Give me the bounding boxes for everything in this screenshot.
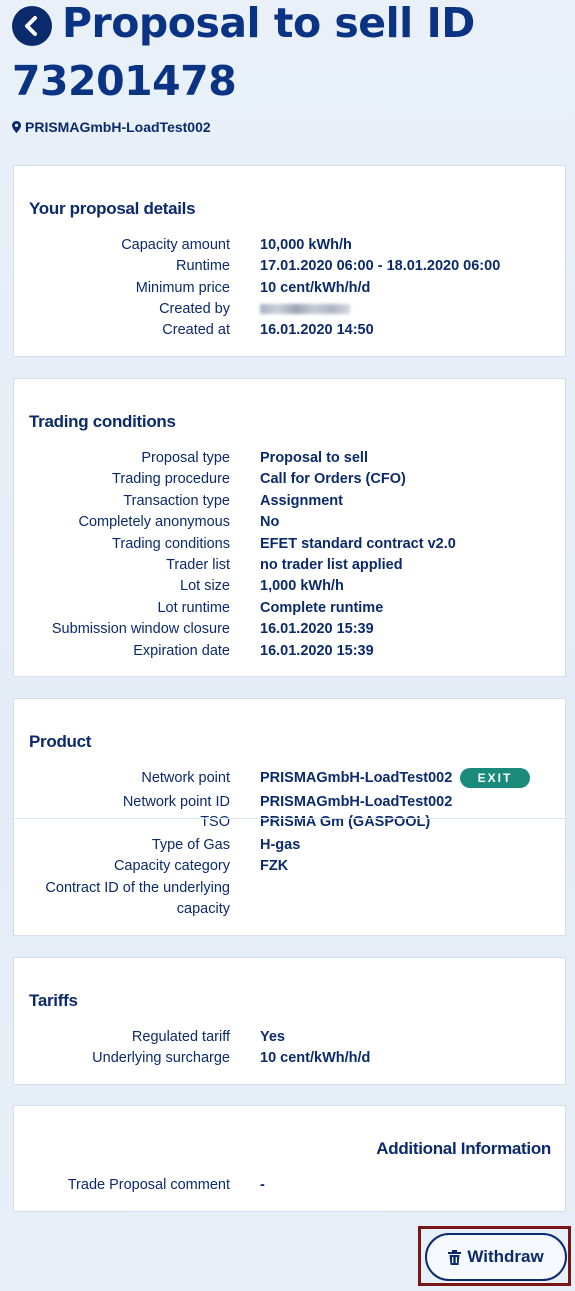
product-value: FZK xyxy=(260,858,289,874)
exit-badge: EXIT xyxy=(460,768,530,788)
withdraw-label: Withdraw xyxy=(467,1247,544,1266)
detail-row: Capacity amount 10,000 kWh/h xyxy=(14,237,567,259)
condition-label: Trading procedure xyxy=(112,471,230,487)
condition-row: Trading procedure Call for Orders (CFO) xyxy=(14,471,567,493)
additional-value: - xyxy=(260,1177,265,1193)
product-row: Network point PRISMAGmbH-LoadTest002 EXI… xyxy=(14,768,567,792)
page-title: Proposal to sell ID 73201478 xyxy=(12,0,475,105)
product-value: PRISMAGmbH-LoadTest002 xyxy=(260,770,453,786)
tariff-value: Yes xyxy=(260,1029,285,1045)
detail-row: Created at 16.01.2020 14:50 xyxy=(14,322,567,344)
product-row: Network point ID PRISMAGmbH-LoadTest002 xyxy=(14,794,567,816)
detail-value: 10,000 kWh/h xyxy=(260,237,352,253)
additional-info-heading: Additional Information xyxy=(376,1139,551,1158)
condition-row: Transaction type Assignment xyxy=(14,493,567,515)
condition-row: Submission window closure 16.01.2020 15:3… xyxy=(14,621,567,643)
location-line: PRISMAGmbH-LoadTest002 xyxy=(12,119,211,135)
product-value: PRISMAGmbH-LoadTest002 xyxy=(260,794,453,810)
additional-label: Trade Proposal comment xyxy=(67,1177,230,1193)
redacted-user-name xyxy=(260,301,350,318)
tariffs-heading: Tariffs xyxy=(29,991,78,1010)
condition-label: Trading conditions xyxy=(112,536,230,552)
condition-row: Proposal type Proposal to sell xyxy=(14,450,567,472)
tariff-label: Regulated tariff xyxy=(131,1029,230,1045)
product-label: Capacity category xyxy=(113,858,230,874)
product-row: Capacity category FZK xyxy=(14,858,567,880)
condition-label: Submission window closure xyxy=(51,621,230,637)
detail-value: 10 cent/kWh/h/d xyxy=(260,280,371,296)
trading-conditions-heading: Trading conditions xyxy=(29,412,176,431)
product-heading: Product xyxy=(29,732,92,751)
condition-row: Lot size 1,000 kWh/h xyxy=(14,578,567,600)
detail-row: Created by xyxy=(14,301,567,323)
product-row: Type of Gas H-gas xyxy=(14,837,567,859)
condition-row: Completely anonymous No xyxy=(14,514,567,536)
condition-value: No xyxy=(260,514,280,530)
product-card: Product Network point PRISMAGmbH-LoadTes… xyxy=(13,698,566,936)
condition-row: Expiration date 16.01.2020 15:39 xyxy=(14,643,567,665)
location-pin-icon xyxy=(12,121,21,133)
detail-value: 17.01.2020 06:00 - 18.01.2020 06:00 xyxy=(260,258,501,274)
condition-value: 16.01.2020 15:39 xyxy=(260,621,374,637)
condition-value: 16.01.2020 15:39 xyxy=(260,643,374,659)
product-label: capacity xyxy=(176,901,230,917)
tariff-row: Underlying surcharge 10 cent/kWh/h/d xyxy=(14,1050,567,1072)
condition-value: 1,000 kWh/h xyxy=(260,578,344,594)
product-value: PRISMA Gm (GASPOOL) xyxy=(260,814,431,830)
condition-label: Transaction type xyxy=(123,493,230,509)
product-row: Contract ID of the underlying xyxy=(14,880,567,902)
condition-value: Complete runtime xyxy=(260,600,384,616)
condition-value: Proposal to sell xyxy=(260,450,368,466)
condition-value: EFET standard contract v2.0 xyxy=(260,536,456,552)
product-label: Network point ID xyxy=(122,794,230,810)
condition-label: Proposal type xyxy=(141,450,230,466)
product-label: Contract ID of the underlying xyxy=(45,880,230,896)
detail-label: Minimum price xyxy=(135,280,230,296)
detail-value: 16.01.2020 14:50 xyxy=(260,322,374,338)
tariff-row: Regulated tariff Yes xyxy=(14,1029,567,1051)
tariff-value: 10 cent/kWh/h/d xyxy=(260,1050,371,1066)
additional-row: Trade Proposal comment - xyxy=(14,1177,567,1199)
condition-value: no trader list applied xyxy=(260,557,403,573)
detail-row: Runtime 17.01.2020 06:00 - 18.01.2020 06… xyxy=(14,258,567,280)
location-name: PRISMAGmbH-LoadTest002 xyxy=(25,119,211,135)
proposal-details-heading: Your proposal details xyxy=(29,199,196,218)
detail-label: Created by xyxy=(159,301,230,317)
condition-label: Lot size xyxy=(180,578,230,594)
withdraw-button[interactable]: Withdraw xyxy=(425,1233,567,1281)
trading-conditions-card: Trading conditions Proposal type Proposal… xyxy=(13,378,566,677)
tariffs-card: Tariffs Regulated tariff Yes Underlying s… xyxy=(13,957,566,1085)
proposal-details-card: Your proposal details Capacity amount 10… xyxy=(13,165,566,357)
detail-label: Capacity amount xyxy=(121,237,230,253)
condition-label: Lot runtime xyxy=(157,600,230,616)
condition-label: Expiration date xyxy=(133,643,230,659)
product-label: Network point xyxy=(141,770,230,786)
condition-label: Completely anonymous xyxy=(78,514,230,530)
product-label: Type of Gas xyxy=(151,837,230,853)
product-row: capacity xyxy=(14,901,567,923)
detail-row: Minimum price 10 cent/kWh/h/d xyxy=(14,280,567,302)
condition-row: Lot runtime Complete runtime xyxy=(14,600,567,622)
product-label: TSO xyxy=(200,814,230,830)
condition-value: Assignment xyxy=(260,493,343,509)
tariff-label: Underlying surcharge xyxy=(92,1050,230,1066)
condition-row: Trading conditions EFET standard contract… xyxy=(14,536,567,558)
detail-label: Created at xyxy=(162,322,230,338)
condition-label: Trader list xyxy=(166,557,230,573)
condition-value: Call for Orders (CFO) xyxy=(260,471,406,487)
trash-icon xyxy=(448,1249,462,1265)
condition-row: Trader list no trader list applied xyxy=(14,557,567,579)
detail-label: Runtime xyxy=(176,258,230,274)
sticky-overlay-edge xyxy=(0,818,575,819)
additional-info-card: Additional Information Trade Proposal co… xyxy=(13,1105,566,1212)
product-value: H-gas xyxy=(260,837,301,853)
